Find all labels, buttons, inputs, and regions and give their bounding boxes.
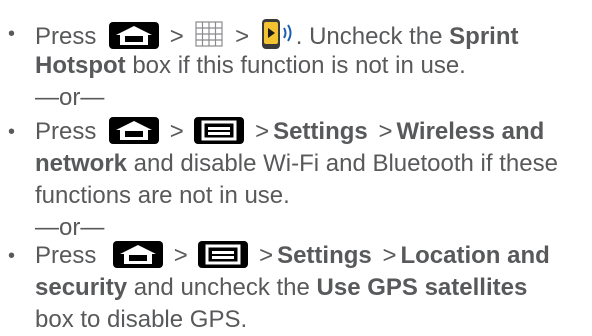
hotspot-label: Hotspot — [35, 52, 126, 79]
separator: > — [173, 242, 188, 269]
instruction-line: Press > > Settings > Wireless and — [35, 116, 590, 148]
instruction-text-segment: box to disable GPS. — [35, 306, 248, 333]
separator: > — [169, 23, 184, 50]
press-text: Press — [35, 242, 97, 269]
instruction-line: Press > > Settings > Location and — [35, 240, 590, 272]
instruction-text: Press > > Settings > Location and securi… — [35, 240, 590, 336]
instruction-text-segment: functions are not in use. — [35, 182, 290, 209]
instruction-text-segment: and uncheck the — [127, 274, 317, 301]
separator: > — [378, 118, 393, 145]
bullet: • — [8, 121, 16, 143]
instruction-line: network and disable Wi-Fi and Bluetooth … — [35, 148, 590, 180]
instruction-text-segment: . Uncheck the — [295, 23, 450, 50]
home-key-icon — [113, 241, 164, 268]
instruction-line: Hotspot box if this function is not in u… — [35, 50, 590, 82]
press-text: Press — [35, 23, 97, 50]
instruction-text-segment: box if this function is not in use. — [125, 52, 466, 79]
sprint-hotspot-icon — [260, 18, 296, 50]
instruction-text-segment: and disable Wi-Fi and Bluetooth if these — [127, 150, 558, 177]
bullet: • — [8, 245, 16, 267]
menu-key-icon — [194, 117, 245, 144]
settings-label: Settings — [277, 242, 372, 269]
gps-label: Use GPS satellites — [316, 274, 528, 301]
instruction-line: functions are not in use. — [35, 180, 590, 212]
press-text: Press — [35, 118, 97, 145]
wireless-label: Wireless and — [396, 118, 545, 145]
document-page: • Press > > . Uncheck the Sprint Hotspot… — [0, 0, 592, 333]
instruction-line: security and uncheck the Use GPS satelli… — [35, 272, 590, 304]
network-label: network — [35, 150, 128, 177]
separator: > — [382, 242, 397, 269]
or-separator: —or— — [35, 84, 105, 111]
security-label: security — [35, 274, 128, 301]
home-key-icon — [109, 117, 160, 144]
separator: > — [235, 23, 250, 50]
menu-key-icon — [198, 241, 249, 268]
instruction-text: Press > > Settings > Wireless and networ… — [35, 116, 590, 212]
instruction-line: Press > > . Uncheck the Sprint — [35, 18, 590, 50]
sprint-label: Sprint — [449, 23, 519, 50]
location-label: Location and — [400, 242, 550, 269]
settings-label: Settings — [273, 118, 368, 145]
instruction-text: Press > > . Uncheck the Sprint Hotspot b… — [35, 18, 590, 82]
separator: > — [255, 118, 270, 145]
instruction-line: box to disable GPS. — [35, 304, 590, 336]
separator: > — [169, 118, 184, 145]
applications-grid-icon — [194, 20, 224, 48]
home-key-icon — [109, 22, 160, 49]
bullet: • — [8, 23, 16, 45]
separator: > — [259, 242, 274, 269]
